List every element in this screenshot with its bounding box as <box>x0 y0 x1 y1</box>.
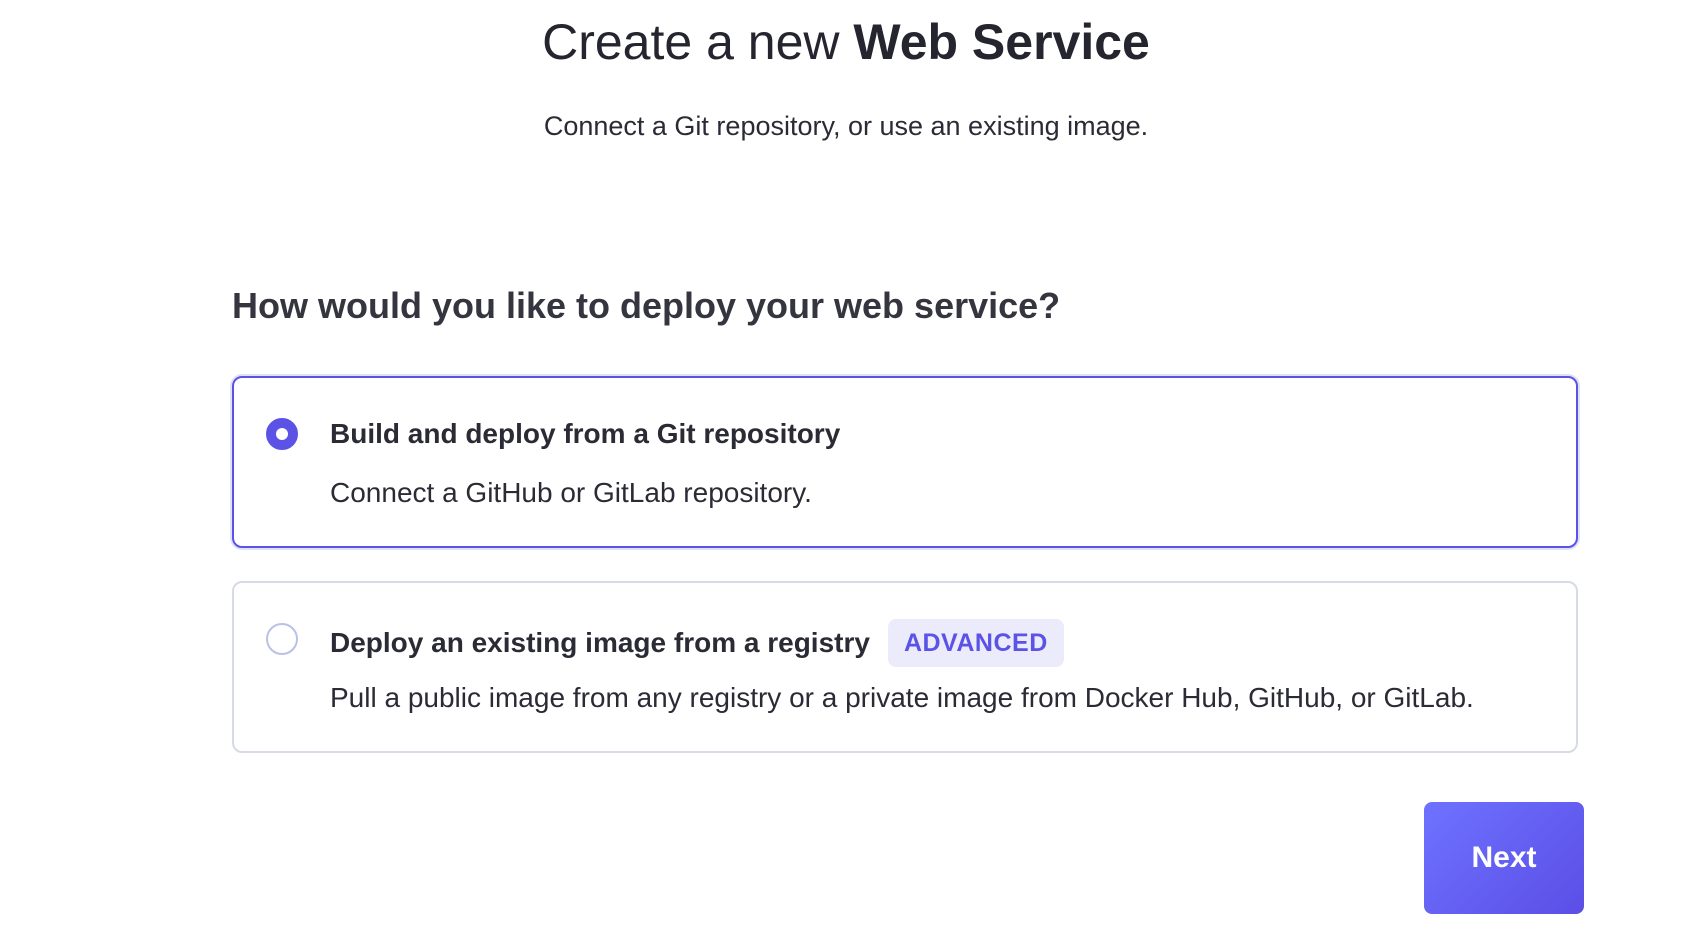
option-git-repository-description: Connect a GitHub or GitLab repository. <box>330 477 812 508</box>
option-git-repository[interactable]: Build and deploy from a Git repository C… <box>232 376 1578 548</box>
create-web-service-page: Create a new Web Service Connect a Git r… <box>0 0 1692 952</box>
deploy-method-question: How would you like to deploy your web se… <box>232 285 1061 326</box>
page-title-emphasis: Web Service <box>853 14 1150 70</box>
page-title: Create a new Web Service <box>0 8 1692 76</box>
advanced-badge: ADVANCED <box>887 619 1064 667</box>
option-existing-image-title-text: Deploy an existing image from a registry <box>330 627 870 658</box>
next-button[interactable]: Next <box>1424 802 1584 914</box>
radio-unselected-icon[interactable] <box>266 623 298 655</box>
option-existing-image-description: Pull a public image from any registry or… <box>330 682 1474 713</box>
page-title-prefix: Create a new <box>542 14 840 70</box>
radio-selected-icon[interactable] <box>266 418 298 450</box>
option-existing-image[interactable]: Deploy an existing image from a registry… <box>232 581 1578 753</box>
page-subtitle: Connect a Git repository, or use an exis… <box>543 111 1149 141</box>
option-git-repository-title: Build and deploy from a Git repository <box>330 414 840 454</box>
option-git-repository-title-text: Build and deploy from a Git repository <box>330 418 841 449</box>
option-existing-image-title: Deploy an existing image from a registry… <box>330 619 1064 667</box>
